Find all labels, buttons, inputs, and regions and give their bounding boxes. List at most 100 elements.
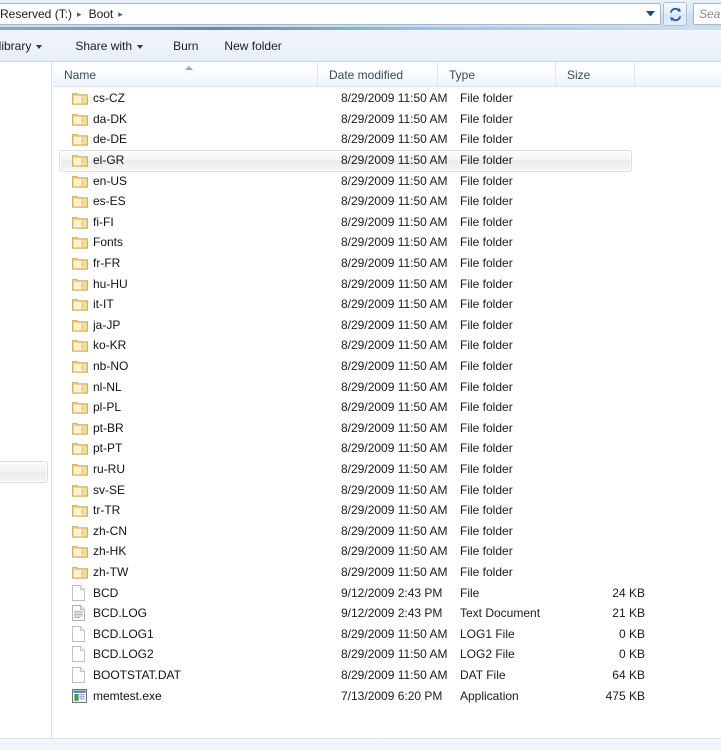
details-pane-strip [0, 739, 721, 750]
table-row[interactable]: nb-NO 8/29/2009 11:50 AM File folder [53, 356, 721, 377]
column-header-date-modified[interactable]: Date modified [318, 62, 438, 87]
file-name[interactable]: BCD.LOG1 [93, 627, 341, 641]
table-row[interactable]: en-US 8/29/2009 11:50 AM File folder [53, 170, 721, 191]
table-row[interactable]: BCD.LOG2 8/29/2009 11:50 AM LOG2 File 0 KB [53, 644, 721, 665]
column-header-name-label: Name [64, 67, 97, 82]
burn-button[interactable]: Burn [165, 34, 206, 58]
table-row[interactable]: BCD.LOG 9/12/2009 2:43 PM Text Document 21 … [53, 603, 721, 624]
table-row[interactable]: ko-KR 8/29/2009 11:50 AM File folder [53, 335, 721, 356]
file-name[interactable]: ja-JP [93, 318, 341, 332]
file-type: File folder [460, 91, 513, 106]
file-name[interactable]: BCD.LOG [93, 606, 341, 620]
include-in-library-button[interactable]: in library [0, 34, 50, 58]
table-row[interactable]: Fonts 8/29/2009 11:50 AM File folder [53, 232, 721, 253]
file-name[interactable]: de-DE [93, 132, 341, 146]
file-name[interactable]: it-IT [93, 297, 341, 311]
table-row[interactable]: pt-PT 8/29/2009 11:50 AM File folder [53, 438, 721, 459]
explorer-window: Reserved (T:) ▸ Boot ▸ Sea in library [0, 0, 721, 750]
breadcrumb-item-drive[interactable]: Reserved (T:) [0, 6, 75, 23]
file-name[interactable]: fi-FI [93, 215, 341, 229]
file-date-modified: 8/29/2009 11:50 AM [341, 153, 448, 168]
file-name[interactable]: tr-TR [93, 503, 341, 517]
table-row[interactable]: zh-HK 8/29/2009 11:50 AM File folder [53, 541, 721, 562]
file-name[interactable]: zh-CN [93, 524, 341, 538]
share-with-button[interactable]: Share with [67, 34, 151, 58]
table-row[interactable]: BCD.LOG1 8/29/2009 11:50 AM LOG1 File 0 KB [53, 623, 721, 644]
table-row[interactable]: tr-TR 8/29/2009 11:50 AM File folder [53, 500, 721, 521]
file-name[interactable]: BOOTSTAT.DAT [93, 668, 341, 682]
chevron-down-icon[interactable] [642, 5, 658, 23]
file-name[interactable]: fr-FR [93, 256, 341, 270]
table-row[interactable]: hu-HU 8/29/2009 11:50 AM File folder [53, 273, 721, 294]
new-folder-button[interactable]: New folder [216, 34, 289, 58]
file-name[interactable]: el-GR [93, 153, 341, 167]
file-name[interactable]: hu-HU [93, 277, 341, 291]
refresh-icon [669, 7, 681, 21]
file-name[interactable]: Fonts [93, 235, 341, 249]
file-name[interactable]: nb-NO [93, 359, 341, 373]
refresh-button[interactable] [663, 2, 687, 26]
file-name[interactable]: ru-RU [93, 462, 341, 476]
file-name[interactable]: en-US [93, 174, 341, 188]
table-row[interactable]: BCD 9/12/2009 2:43 PM File 24 KB [53, 582, 721, 603]
table-row[interactable]: pt-BR 8/29/2009 11:50 AM File folder [53, 418, 721, 439]
table-row[interactable]: da-DK 8/29/2009 11:50 AM File folder [53, 109, 721, 130]
breadcrumb-item-boot[interactable]: Boot [86, 6, 117, 23]
table-row[interactable]: it-IT 8/29/2009 11:50 AM File folder [53, 294, 721, 315]
table-row[interactable]: zh-CN 8/29/2009 11:50 AM File folder [53, 520, 721, 541]
blank-file-icon [72, 584, 93, 601]
table-row[interactable]: el-GR 8/29/2009 11:50 AM File folder [53, 149, 721, 172]
application-icon [72, 688, 93, 704]
file-list[interactable]: cs-CZ 8/29/2009 11:50 AM File folder da-DK 8… [53, 88, 721, 738]
table-row[interactable]: es-ES 8/29/2009 11:50 AM File folder [53, 191, 721, 212]
search-input[interactable]: Sea [693, 3, 721, 25]
table-row[interactable]: sv-SE 8/29/2009 11:50 AM File folder [53, 479, 721, 500]
file-name[interactable]: sv-SE [93, 483, 341, 497]
folder-icon [72, 193, 93, 209]
column-header-name[interactable]: Name [53, 62, 318, 87]
table-row[interactable]: ru-RU 8/29/2009 11:50 AM File folder [53, 459, 721, 480]
file-name[interactable]: nl-NL [93, 380, 341, 394]
file-name[interactable]: zh-TW [93, 565, 341, 579]
file-name[interactable]: cs-CZ [93, 91, 341, 105]
file-date-modified: 8/29/2009 11:50 AM [341, 420, 448, 435]
table-row[interactable]: fr-FR 8/29/2009 11:50 AM File folder [53, 253, 721, 274]
include-in-library-label: in library [0, 38, 32, 53]
file-date-modified: 8/29/2009 11:50 AM [341, 379, 448, 394]
file-name[interactable]: ko-KR [93, 338, 341, 352]
file-name[interactable]: da-DK [93, 112, 341, 126]
file-name[interactable]: es-ES [93, 194, 341, 208]
file-date-modified: 8/29/2009 11:50 AM [341, 194, 448, 209]
file-type: File folder [460, 214, 513, 229]
file-name[interactable]: pl-PL [93, 400, 341, 414]
column-header-size[interactable]: Size [556, 62, 635, 87]
table-row[interactable]: BOOTSTAT.DAT 8/29/2009 11:50 AM DAT File 64… [53, 665, 721, 686]
file-name[interactable]: BCD [93, 586, 341, 600]
address-bar[interactable]: Reserved (T:) ▸ Boot ▸ [0, 3, 661, 25]
table-row[interactable]: cs-CZ 8/29/2009 11:50 AM File folder [53, 88, 721, 109]
file-name[interactable]: memtest.exe [93, 689, 341, 703]
table-row[interactable]: memtest.exe 7/13/2009 6:20 PM Application 4… [53, 685, 721, 706]
file-name[interactable]: zh-HK [93, 544, 341, 558]
file-name[interactable]: pt-PT [93, 441, 341, 455]
table-row[interactable]: zh-TW 8/29/2009 11:50 AM File folder [53, 562, 721, 583]
table-row[interactable]: pl-PL 8/29/2009 11:50 AM File folder [53, 397, 721, 418]
table-row[interactable]: fi-FI 8/29/2009 11:50 AM File folder [53, 212, 721, 233]
navigation-pane-item-hovered[interactable] [0, 461, 48, 483]
table-row[interactable]: nl-NL 8/29/2009 11:50 AM File folder [53, 376, 721, 397]
folder-icon [72, 173, 93, 189]
column-header-type[interactable]: Type [438, 62, 556, 87]
file-date-modified: 8/29/2009 11:50 AM [341, 544, 448, 559]
table-row[interactable]: ja-JP 8/29/2009 11:50 AM File folder [53, 315, 721, 336]
file-type: File folder [460, 338, 513, 353]
file-date-modified: 8/29/2009 11:50 AM [341, 235, 448, 250]
file-date-modified: 9/12/2009 2:43 PM [341, 606, 443, 621]
table-row[interactable]: de-DE 8/29/2009 11:50 AM File folder [53, 129, 721, 150]
file-date-modified: 8/29/2009 11:50 AM [341, 276, 448, 291]
file-name[interactable]: BCD.LOG2 [93, 647, 341, 661]
file-name[interactable]: pt-BR [93, 421, 341, 435]
folder-icon [72, 399, 93, 415]
address-bar-row: Reserved (T:) ▸ Boot ▸ Sea [0, 0, 721, 27]
folder-icon [72, 296, 93, 312]
file-type: File folder [460, 132, 513, 147]
